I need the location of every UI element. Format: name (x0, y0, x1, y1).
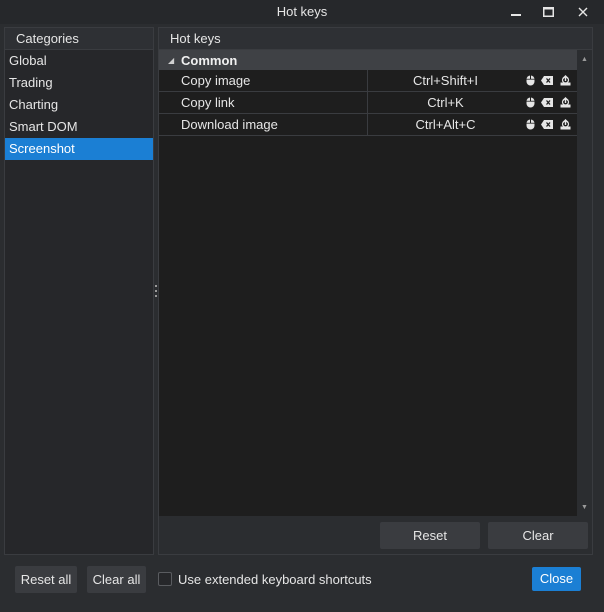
close-icon (578, 7, 588, 17)
hotkeys-grid-content: ◢ Common Copy image Ctrl+Shift+I Copy li… (159, 50, 577, 516)
mouse-icon[interactable] (526, 75, 535, 86)
minimize-icon (511, 14, 521, 16)
scroll-up-arrow-icon[interactable]: ▲ (577, 52, 592, 66)
category-item-global[interactable]: Global (5, 50, 153, 72)
hotkey-combination[interactable]: Ctrl+Shift+I (368, 70, 523, 91)
mouse-icon[interactable] (526, 119, 535, 130)
hotkey-row-actions (523, 70, 577, 91)
group-label: Common (181, 52, 238, 68)
extended-shortcuts-toggle[interactable]: Use extended keyboard shortcuts (158, 570, 372, 588)
title-bar: Hot keys (0, 0, 604, 24)
hotkey-name: Copy image (159, 70, 368, 91)
clear-all-button[interactable]: Clear all (87, 566, 146, 593)
category-item-trading[interactable]: Trading (5, 72, 153, 94)
hotkey-combination[interactable]: Ctrl+Alt+C (368, 114, 523, 135)
hotkey-row[interactable]: Copy link Ctrl+K (159, 92, 577, 114)
minimize-button[interactable] (499, 0, 533, 24)
hotkey-combination[interactable]: Ctrl+K (368, 92, 523, 113)
maximize-button[interactable] (531, 0, 565, 24)
group-row-common[interactable]: ◢ Common (159, 50, 577, 70)
hotkey-row-actions (523, 114, 577, 135)
reset-all-button[interactable]: Reset all (15, 566, 77, 593)
category-item-screenshot[interactable]: Screenshot (5, 138, 153, 160)
hotkey-name: Copy link (159, 92, 368, 113)
category-item-smart-dom[interactable]: Smart DOM (5, 116, 153, 138)
extended-shortcuts-checkbox[interactable] (158, 572, 172, 586)
vertical-scrollbar[interactable]: ▲ ▼ (577, 50, 592, 516)
close-button[interactable]: Close (532, 567, 581, 591)
extended-shortcuts-label: Use extended keyboard shortcuts (178, 571, 372, 587)
hotkeys-grid: ◢ Common Copy image Ctrl+Shift+I Copy li… (159, 50, 592, 516)
mouse-icon[interactable] (526, 97, 535, 108)
reset-button[interactable]: Reset (380, 522, 480, 549)
clear-button[interactable]: Clear (488, 522, 588, 549)
reset-key-icon[interactable] (560, 75, 571, 86)
clear-key-icon[interactable] (541, 76, 554, 85)
hotkey-row-actions (523, 92, 577, 113)
hotkey-name: Download image (159, 114, 368, 135)
splitter-grip-dot (155, 285, 157, 287)
splitter-grip-dot (155, 295, 157, 297)
hotkeys-header: Hot keys (159, 28, 592, 50)
maximize-icon (542, 7, 554, 17)
collapse-triangle-icon[interactable]: ◢ (168, 56, 176, 65)
clear-key-icon[interactable] (541, 98, 554, 107)
hotkey-row[interactable]: Copy image Ctrl+Shift+I (159, 70, 577, 92)
hotkey-row[interactable]: Download image Ctrl+Alt+C (159, 114, 577, 136)
category-item-charting[interactable]: Charting (5, 94, 153, 116)
categories-panel: Categories Global Trading Charting Smart… (4, 27, 154, 555)
categories-list: Global Trading Charting Smart DOM Screen… (5, 50, 153, 160)
scroll-down-arrow-icon[interactable]: ▼ (577, 500, 592, 514)
categories-header: Categories (5, 28, 153, 50)
reset-key-icon[interactable] (560, 119, 571, 130)
clear-key-icon[interactable] (541, 120, 554, 129)
hotkeys-panel: Hot keys ◢ Common Copy image Ctrl+Shift+… (158, 27, 593, 555)
reset-key-icon[interactable] (560, 97, 571, 108)
close-window-button[interactable] (566, 0, 600, 24)
splitter-grip-dot (155, 290, 157, 292)
panel-splitter[interactable] (155, 285, 157, 297)
